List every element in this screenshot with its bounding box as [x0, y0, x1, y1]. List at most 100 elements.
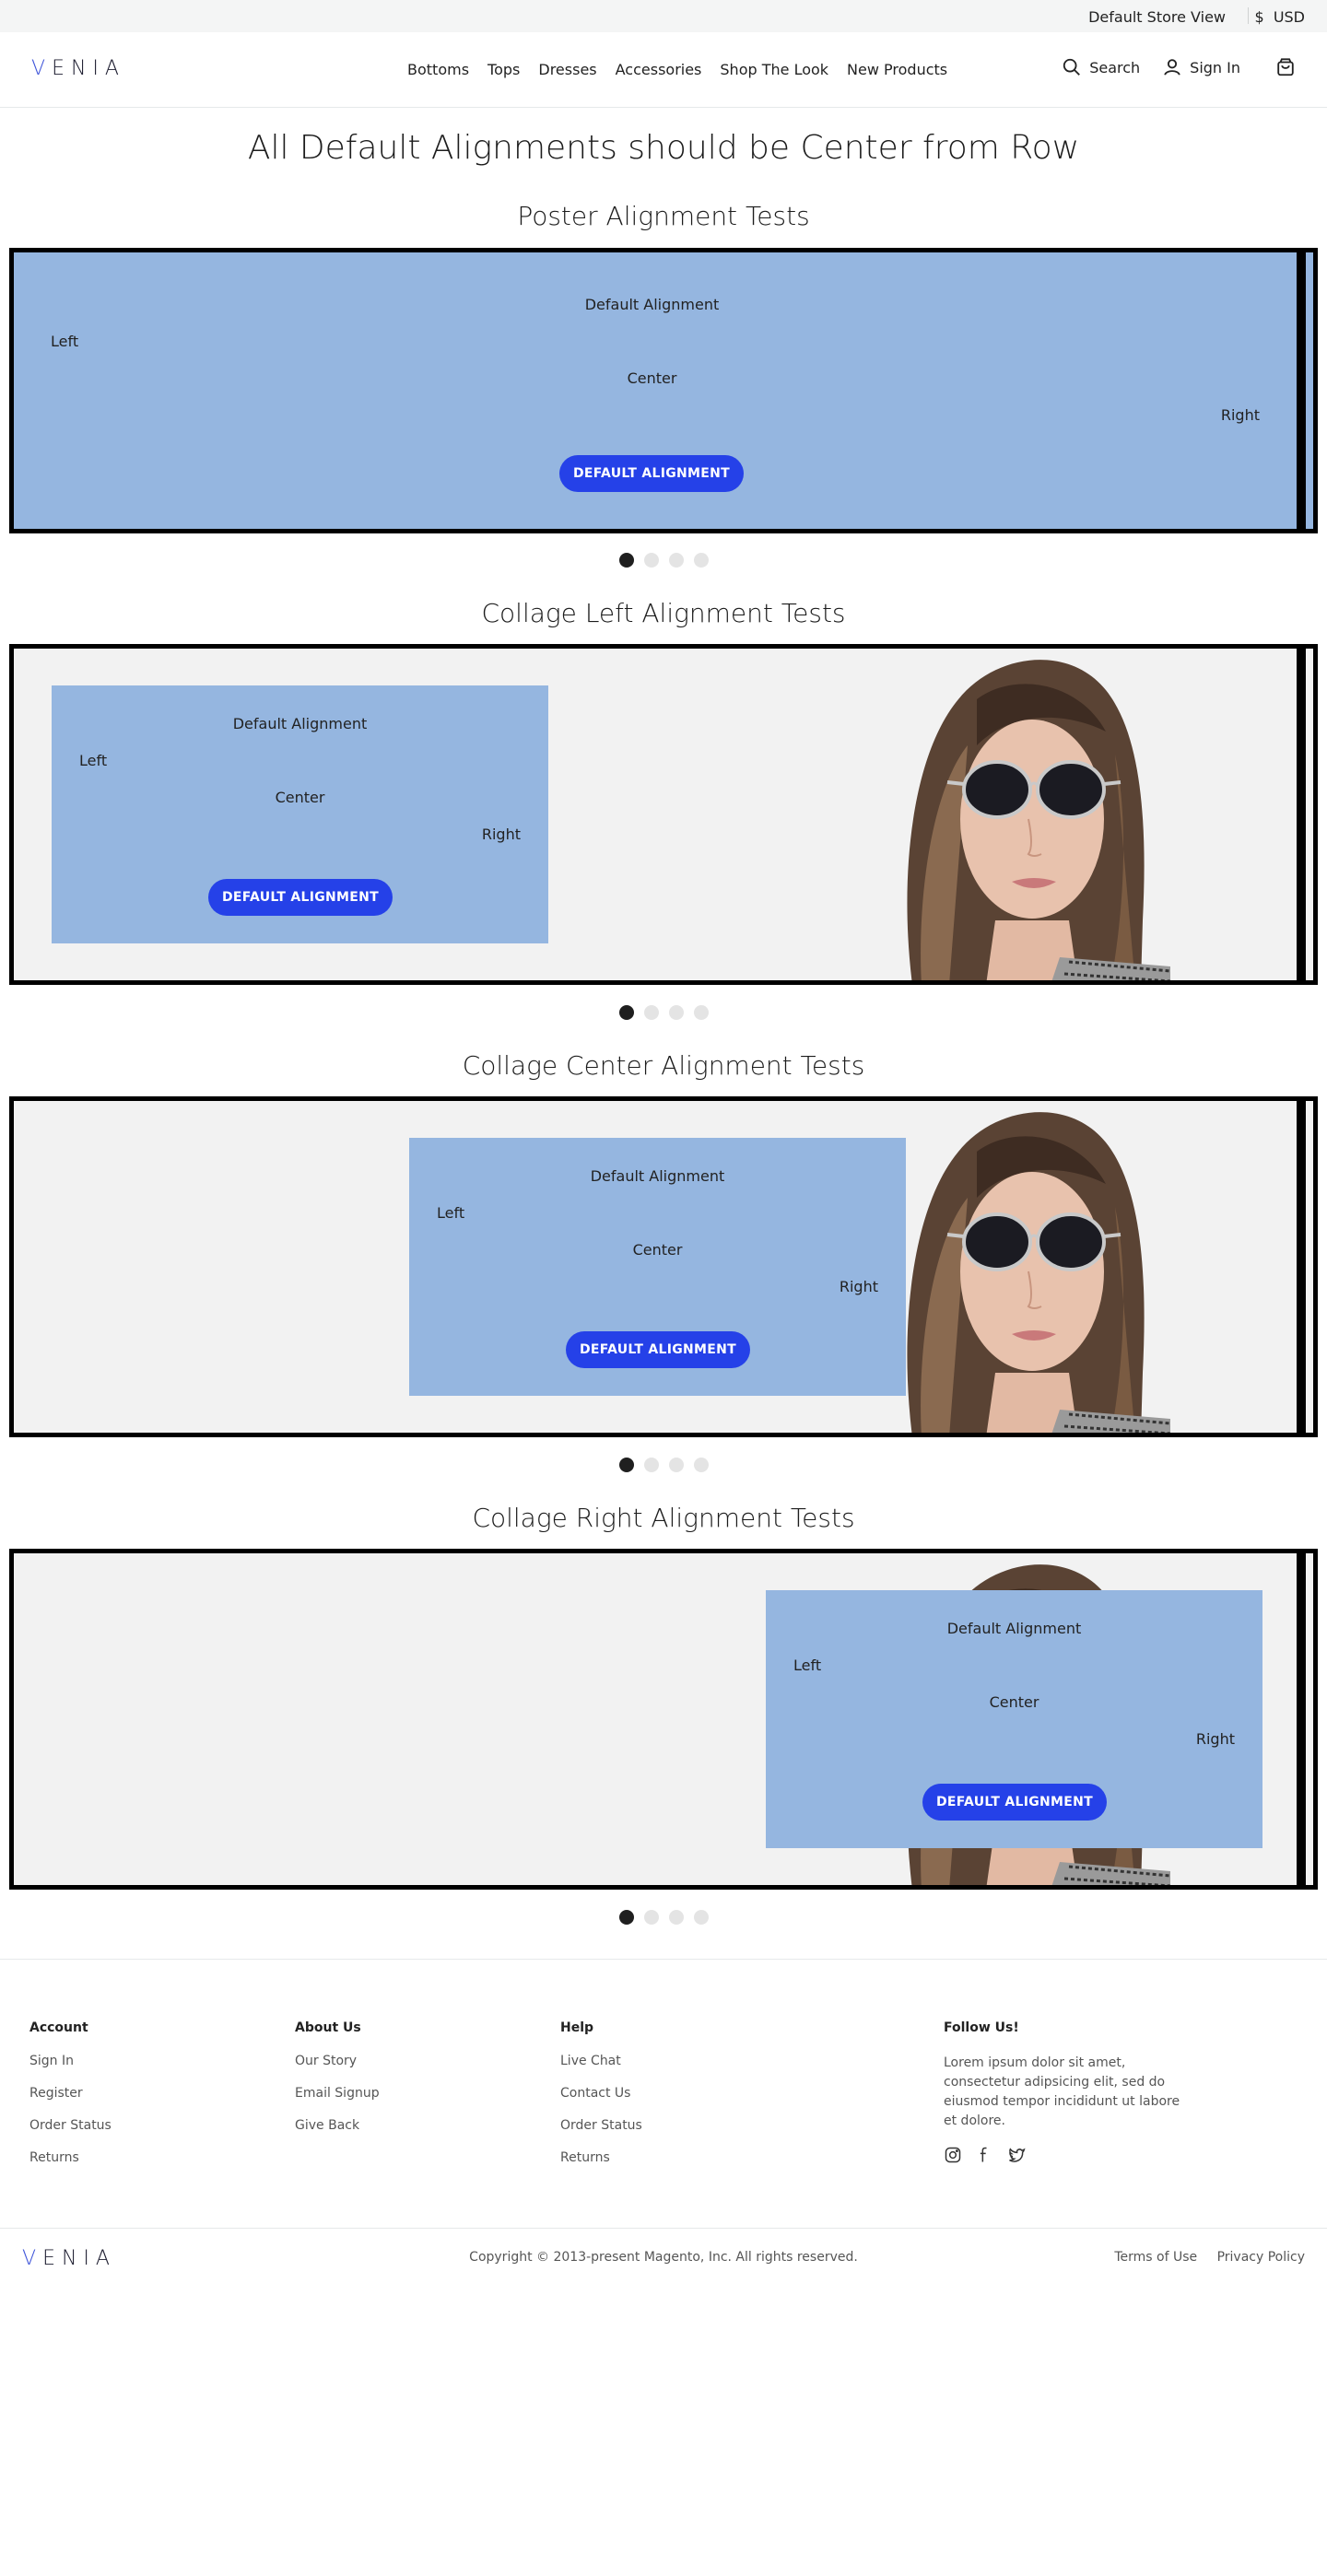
- nav-item-accessories[interactable]: Accessories: [616, 61, 702, 78]
- legal-links: Terms of Use Privacy Policy: [1098, 2250, 1305, 2265]
- slide-dot-2[interactable]: [643, 1458, 659, 1472]
- search-button[interactable]: Search: [1062, 57, 1140, 77]
- footer-link-sign-in[interactable]: Sign In: [29, 2054, 112, 2068]
- slide-dot-1[interactable]: [618, 1910, 634, 1925]
- right-text: Right: [1195, 1730, 1235, 1748]
- slider-edge: [1297, 252, 1306, 529]
- collage-panel: Default Alignment Left Center Right DEFA…: [52, 685, 548, 943]
- footer-about: About Us Our Story Email Signup Give Bac…: [295, 2020, 380, 2150]
- main-nav: Bottoms Tops Dresses Accessories Shop Th…: [407, 61, 966, 78]
- nav-item-bottoms[interactable]: Bottoms: [407, 61, 469, 78]
- right-text: Right: [481, 825, 521, 843]
- twitter-icon[interactable]: [1006, 2146, 1027, 2164]
- collage-panel: Default Alignment Left Center Right DEFA…: [409, 1138, 906, 1396]
- slider-edge: [1297, 1101, 1306, 1433]
- collage-panel: Default Alignment Left Center Right DEFA…: [766, 1590, 1262, 1848]
- slide-dot-4[interactable]: [693, 1910, 709, 1925]
- footer-link-contact-us[interactable]: Contact Us: [560, 2086, 642, 2101]
- footer-follow: Follow Us! Lorem ipsum dolor sit amet, c…: [944, 2020, 1188, 2164]
- nav-item-new-products[interactable]: New Products: [847, 61, 947, 78]
- slide-dot-2[interactable]: [643, 553, 659, 568]
- default-alignment-text: Default Alignment: [584, 296, 720, 313]
- slider-edge: [1297, 1553, 1306, 1885]
- footer-link-our-story[interactable]: Our Story: [295, 2054, 380, 2068]
- footer-link-register[interactable]: Register: [29, 2086, 112, 2101]
- footer-heading: About Us: [295, 2020, 361, 2035]
- left-text: Left: [51, 333, 79, 350]
- footer-link-give-back[interactable]: Give Back: [295, 2118, 380, 2133]
- slider-dots: [0, 1910, 1327, 1925]
- cart-button[interactable]: [1275, 57, 1303, 77]
- default-alignment-button[interactable]: DEFAULT ALIGNMENT: [566, 1331, 750, 1368]
- footer-link-returns[interactable]: Returns: [29, 2150, 112, 2165]
- sign-in-button[interactable]: Sign In: [1162, 57, 1240, 77]
- center-text: Center: [627, 369, 677, 387]
- footer-link-live-chat[interactable]: Live Chat: [560, 2054, 642, 2068]
- default-alignment-button[interactable]: DEFAULT ALIGNMENT: [559, 455, 744, 492]
- footer-link-order-status[interactable]: Order Status: [29, 2118, 112, 2133]
- footer-follow-text: Lorem ipsum dolor sit amet, consectetur …: [944, 2055, 1180, 2128]
- footer-link-email-signup[interactable]: Email Signup: [295, 2086, 380, 2101]
- slide-dot-3[interactable]: [668, 1910, 684, 1925]
- footer-heading: Help: [560, 2020, 594, 2035]
- nav-item-tops[interactable]: Tops: [487, 61, 520, 78]
- instagram-icon[interactable]: [944, 2146, 962, 2164]
- nav-item-shop-the-look[interactable]: Shop The Look: [720, 61, 828, 78]
- section-title-collage-left: Collage Left Alignment Tests: [481, 598, 846, 628]
- left-text: Left: [79, 752, 108, 769]
- default-alignment-text: Default Alignment: [946, 1620, 1082, 1637]
- footer-help: Help Live Chat Contact Us Order Status R…: [560, 2020, 642, 2183]
- site-footer: Account Sign In Register Order Status Re…: [0, 1959, 1327, 2226]
- search-icon: [1063, 58, 1081, 76]
- slide-dot-1[interactable]: [618, 1458, 634, 1472]
- footer-bottom-bar: VENIA Copyright © 2013-present Magento, …: [0, 2228, 1327, 2289]
- slide-dot-2[interactable]: [643, 1910, 659, 1925]
- nav-item-dresses[interactable]: Dresses: [538, 61, 596, 78]
- slider-edge: [1297, 649, 1306, 980]
- slide-dot-2[interactable]: [643, 1005, 659, 1020]
- slide-dot-4[interactable]: [693, 553, 709, 568]
- slider-dots: [0, 1458, 1327, 1472]
- default-alignment-button[interactable]: DEFAULT ALIGNMENT: [208, 879, 393, 916]
- slide-dot-3[interactable]: [668, 1005, 684, 1020]
- left-text: Left: [437, 1204, 465, 1222]
- currency-code: USD: [1273, 8, 1305, 26]
- slide-dot-4[interactable]: [693, 1005, 709, 1020]
- slide-dot-4[interactable]: [693, 1458, 709, 1472]
- slide-dot-3[interactable]: [668, 553, 684, 568]
- slide-dot-3[interactable]: [668, 1458, 684, 1472]
- poster-banner: Default Alignment Left Center Right DEFA…: [14, 252, 1297, 529]
- slider-dots: [0, 1005, 1327, 1020]
- currency-switcher[interactable]: $ USD: [1254, 8, 1305, 26]
- search-label: Search: [1089, 58, 1141, 76]
- venia-logo[interactable]: VENIA: [31, 57, 125, 80]
- footer-account: Account Sign In Register Order Status Re…: [29, 2020, 112, 2183]
- privacy-link[interactable]: Privacy Policy: [1217, 2250, 1305, 2265]
- slide-dot-1[interactable]: [618, 553, 634, 568]
- slide-dot-1[interactable]: [618, 1005, 634, 1020]
- right-text: Right: [1220, 406, 1260, 424]
- left-text: Left: [793, 1657, 822, 1674]
- collage-left-slider[interactable]: Default Alignment Left Center Right DEFA…: [9, 644, 1318, 985]
- section-title-collage-right: Collage Right Alignment Tests: [472, 1503, 855, 1533]
- center-text: Center: [632, 1241, 683, 1259]
- divider: [1248, 7, 1249, 24]
- footer-link-returns[interactable]: Returns: [560, 2150, 642, 2165]
- center-text: Center: [275, 789, 325, 806]
- default-alignment-text: Default Alignment: [232, 715, 368, 732]
- next-slide-peek: [1306, 252, 1313, 529]
- center-text: Center: [989, 1693, 1039, 1711]
- facebook-icon[interactable]: [975, 2146, 993, 2164]
- currency-symbol: $: [1254, 8, 1264, 26]
- model-sunglasses-image: [905, 1110, 1170, 1433]
- collage-right-slider[interactable]: Default Alignment Left Center Right DEFA…: [9, 1549, 1318, 1890]
- store-switcher[interactable]: Default Store View: [1088, 8, 1226, 26]
- collage-center-slider[interactable]: Default Alignment Left Center Right DEFA…: [9, 1096, 1318, 1437]
- site-header: VENIA Bottoms Tops Dresses Accessories S…: [0, 32, 1327, 108]
- default-alignment-button[interactable]: DEFAULT ALIGNMENT: [922, 1784, 1107, 1821]
- terms-link[interactable]: Terms of Use: [1114, 2250, 1197, 2265]
- footer-heading: Follow Us!: [944, 2020, 1019, 2035]
- section-title-collage-center: Collage Center Alignment Tests: [462, 1050, 865, 1081]
- poster-slider[interactable]: Default Alignment Left Center Right DEFA…: [9, 248, 1318, 533]
- footer-link-order-status[interactable]: Order Status: [560, 2118, 642, 2133]
